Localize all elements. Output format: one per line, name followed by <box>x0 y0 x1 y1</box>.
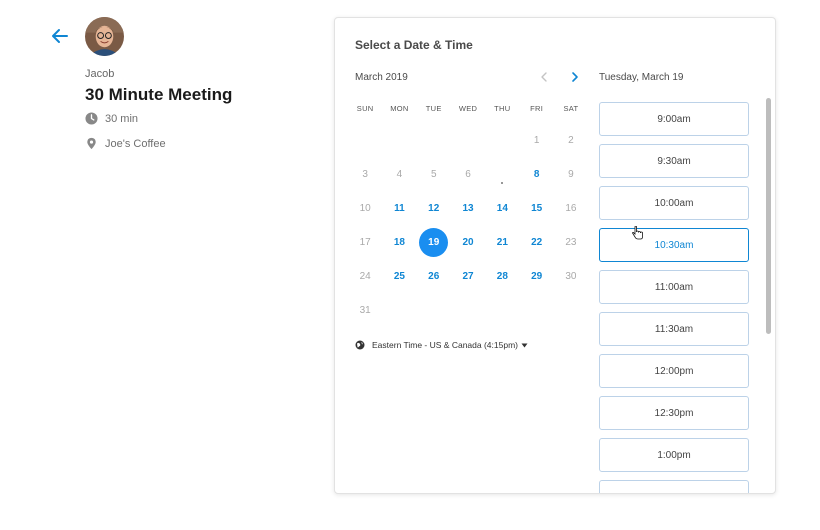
globe-icon <box>355 340 365 350</box>
selected-day-circle: 19 <box>419 227 449 257</box>
calendar-day-9: 9 <box>568 168 574 180</box>
calendar-day-22[interactable]: 22 <box>519 225 553 259</box>
calendar-day-15[interactable]: 15 <box>519 191 553 225</box>
calendar-day-5: 5 <box>430 168 437 180</box>
calendar-day-19[interactable]: 19 <box>417 225 451 259</box>
calendar-day-26[interactable]: 26 <box>417 259 451 293</box>
calendar-blank-cell <box>382 123 416 157</box>
pointer-cursor-icon <box>632 226 643 240</box>
weekday-sun: SUN <box>356 104 374 113</box>
calendar-day-28[interactable]: 28 <box>485 259 519 293</box>
clock-icon <box>85 112 98 125</box>
calendar-day-3: 3 <box>362 168 368 180</box>
event-title: 30 Minute Meeting <box>85 85 233 104</box>
weekday-fri: FRI <box>530 104 544 113</box>
calendar-blank-cell <box>485 123 519 157</box>
time-slot-button[interactable]: 9:00am <box>599 102 749 136</box>
duration-row: 30 min <box>85 112 138 125</box>
location-label: Joe's Coffee <box>105 137 166 150</box>
calendar-day-8[interactable]: 8 <box>519 157 553 191</box>
location-pin-icon <box>87 137 96 150</box>
calendar-day-29[interactable]: 29 <box>519 259 553 293</box>
calendar-blank-cell <box>417 123 451 157</box>
calendar-day-23: 23 <box>565 236 577 248</box>
location-row: Joe's Coffee <box>85 137 166 150</box>
time-slot-button[interactable]: 10:00am <box>599 186 749 220</box>
calendar-day-21[interactable]: 21 <box>485 225 519 259</box>
calendar-day-2: 2 <box>568 134 574 146</box>
selected-date-label: Tuesday, March 19 <box>599 72 684 83</box>
time-slot-scrollbar[interactable] <box>766 98 771 334</box>
avatar <box>85 17 124 56</box>
calendar-day-11[interactable]: 11 <box>382 191 416 225</box>
calendar-day-30: 30 <box>565 270 577 282</box>
host-name: Jacob <box>85 68 115 80</box>
calendar-day-25[interactable]: 25 <box>382 259 416 293</box>
today-indicator <box>501 182 504 184</box>
timezone-label: Eastern Time - US & Canada (4:15pm) <box>372 340 518 350</box>
time-slot-list: 9:00am 9:30am 10:00am 10:30am 11:00am 11:30am… <box>599 102 749 493</box>
time-slot-button[interactable]: 1:00pm <box>599 438 749 472</box>
calendar-day-16: 16 <box>565 202 577 214</box>
calendar-day-13[interactable]: 13 <box>451 191 485 225</box>
weekday-wed: WED <box>458 104 478 113</box>
calendar-day-10: 10 <box>359 202 371 214</box>
calendar-day-1: 1 <box>533 134 540 146</box>
time-slot-button[interactable]: 10:30am <box>599 228 749 262</box>
weekday-mon: MON <box>390 104 409 113</box>
duration-label: 30 min <box>105 112 139 125</box>
timezone-selector[interactable]: Eastern Time - US & Canada (4:15pm) <box>355 340 528 350</box>
calendar-day-20[interactable]: 20 <box>451 225 485 259</box>
time-slot-button[interactable]: 12:00pm <box>599 354 749 388</box>
month-label: March 2019 <box>355 72 408 83</box>
calendar-day-6: 6 <box>465 168 471 180</box>
weekday-header: SUN MON TUE WED THU FRI SAT <box>348 104 590 113</box>
weekday-thu: THU <box>494 104 511 113</box>
back-arrow-icon[interactable] <box>50 26 70 46</box>
time-slot-button[interactable]: 11:30am <box>599 312 749 346</box>
panel-title: Select a Date & Time <box>355 38 473 52</box>
weekday-sat: SAT <box>563 104 579 113</box>
weekday-tue: TUE <box>425 104 442 113</box>
calendar-day-17: 17 <box>359 236 371 248</box>
scheduling-panel: Select a Date & Time March 2019 SUN MON TU… <box>334 17 776 494</box>
calendar-day-27[interactable]: 27 <box>451 259 485 293</box>
time-slot-button[interactable]: 1:30pm <box>599 480 749 493</box>
calendar-day-24: 24 <box>359 270 371 282</box>
calendar-blank-cell <box>451 123 485 157</box>
chevron-right-icon[interactable] <box>568 70 582 84</box>
caret-down-icon <box>521 343 528 347</box>
calendar-day-7 <box>485 157 519 191</box>
calendar-blank-cell <box>348 123 382 157</box>
time-slot-button[interactable]: 12:30pm <box>599 396 749 430</box>
time-slot-button[interactable]: 9:30am <box>599 144 749 178</box>
calendar-day-31: 31 <box>359 304 371 316</box>
calendar-grid: 1 2 3 4 5 6 8 9 10 11 12 13 14 15 16 17 18 19 20 21 22 23 24 25… <box>348 123 590 327</box>
chevron-left-icon[interactable] <box>537 70 551 84</box>
calendar-day-4: 4 <box>396 168 403 180</box>
time-slot-button[interactable]: 11:00am <box>599 270 749 304</box>
calendar-day-18[interactable]: 18 <box>382 225 416 259</box>
calendar-day-12[interactable]: 12 <box>417 191 451 225</box>
calendar-day-14[interactable]: 14 <box>485 191 519 225</box>
